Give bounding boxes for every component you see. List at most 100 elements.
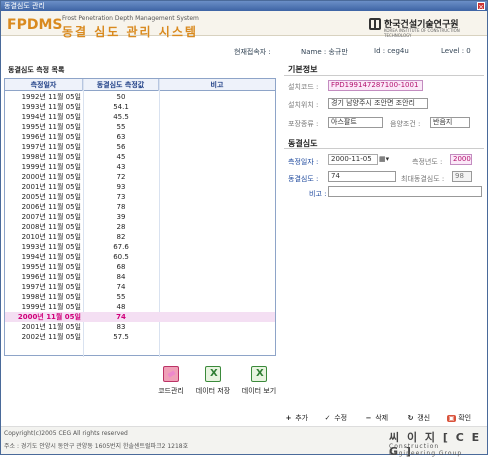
column-header-date[interactable]: 측정일자	[5, 79, 83, 91]
table-row[interactable]: 2000년 11월 05일 74	[5, 312, 275, 322]
table-row[interactable]: 1999년 11월 05일 43	[5, 162, 275, 172]
exit-icon: ▣	[447, 415, 456, 422]
table-row[interactable]: 1996년 11월 05일 63	[5, 132, 275, 142]
user-level: Level : 0	[441, 47, 471, 55]
row-date: 2008년 11월 05일	[21, 223, 81, 231]
table-row[interactable]: 1994년 11월 05일 45.5	[5, 112, 275, 122]
install-code-field[interactable]: FPD199147287100-1001	[328, 80, 423, 91]
table-row[interactable]: 2006년 11월 05일 78	[5, 202, 275, 212]
table-row[interactable]: 2005년 11월 05일 73	[5, 192, 275, 202]
row-date: 1997년 11월 05일	[21, 143, 81, 151]
row-depth: 82	[116, 233, 126, 241]
row-date: 1995년 11월 05일	[21, 123, 81, 131]
note-label: 비고 :	[309, 190, 327, 198]
close-icon[interactable]: ×	[477, 2, 485, 11]
row-date: 2001년 11월 05일	[21, 323, 81, 331]
save-data-button[interactable]: 데이터 저장	[190, 366, 236, 396]
code-manage-button[interactable]: 코드관리	[148, 366, 194, 396]
row-note	[159, 312, 273, 322]
row-depth: 78	[116, 203, 126, 211]
row-date: 2010년 11월 05일	[21, 233, 81, 241]
install-code-label: 설치코드 :	[288, 83, 319, 91]
row-depth: 67.6	[113, 243, 129, 251]
confirm-button[interactable]: ▣ 확인	[447, 413, 471, 423]
table-row[interactable]: 2002년 11월 05일 57.5	[5, 332, 275, 342]
add-button[interactable]: + 추가	[284, 413, 309, 423]
table-row[interactable]: 2010년 11월 05일 82	[5, 232, 275, 242]
row-note	[159, 292, 273, 302]
max-frost-depth-field[interactable]: 98	[452, 171, 472, 182]
table-row[interactable]: 1993년 11월 05일 67.6	[5, 242, 275, 252]
calendar-dropdown-icon[interactable]: ▦▾	[379, 155, 389, 164]
view-data-label: 데이터 보기	[241, 387, 277, 395]
pavement-type-field[interactable]: 아스팔트	[328, 117, 383, 128]
footer: Copyright(c)2005 CEG All rights reserved…	[1, 426, 487, 458]
row-note	[159, 272, 273, 282]
table-row[interactable]: 2008년 11월 05일 28	[5, 222, 275, 232]
row-depth: 56	[116, 143, 126, 151]
table-row[interactable]: 1994년 11월 05일 60.5	[5, 252, 275, 262]
banner: FPDMS Frost Penetration Depth Management…	[1, 11, 487, 39]
excel-icon	[205, 366, 221, 382]
row-date: 1996년 11월 05일	[21, 273, 81, 281]
measure-date-label: 측정일자 :	[288, 158, 319, 166]
measure-date-picker[interactable]: 2000-11-05	[328, 154, 378, 165]
install-location-field[interactable]: 경기 남양주시 조안면 조안리	[328, 98, 428, 109]
delete-button[interactable]: − 삭제	[364, 413, 389, 423]
row-date: 2000년 11월 05일	[21, 173, 81, 181]
pencil-icon	[163, 366, 179, 382]
org-logo-icon	[369, 18, 381, 30]
table-row[interactable]: 1993년 11월 05일 54.1	[5, 102, 275, 112]
table-row[interactable]: 2000년 11월 05일 72	[5, 172, 275, 182]
row-date: 1993년 11월 05일	[21, 103, 81, 111]
table-row[interactable]: 2001년 11월 05일 83	[5, 322, 275, 332]
row-depth: 72	[116, 173, 126, 181]
row-note	[159, 162, 273, 172]
column-header-note[interactable]: 비고	[159, 79, 275, 91]
table-row[interactable]: 1997년 11월 05일 74	[5, 282, 275, 292]
row-note	[159, 132, 273, 142]
org-subtitle: KOREA INSTITUTE OF CONSTRUCTION TECHNOLO…	[384, 28, 460, 38]
table-row[interactable]: 2007년 11월 05일 39	[5, 212, 275, 222]
pavement-type-label: 포장종류 :	[288, 120, 319, 128]
table-row[interactable]: 1995년 11월 05일 68	[5, 262, 275, 272]
divider	[284, 148, 484, 149]
note-field[interactable]	[328, 186, 482, 197]
max-frost-depth-label: 최대동결심도 :	[401, 175, 445, 183]
row-note	[159, 142, 273, 152]
table-row[interactable]: 1996년 11월 05일 84	[5, 272, 275, 282]
row-depth: 60.5	[113, 253, 129, 261]
user-id: Id : ceg4u	[374, 47, 409, 55]
row-date: 1999년 11월 05일	[21, 163, 81, 171]
table-row[interactable]: 1995년 11월 05일 55	[5, 122, 275, 132]
edit-button[interactable]: ✓ 수정	[323, 413, 348, 423]
app-subtitle: Frost Penetration Depth Management Syste…	[62, 15, 199, 22]
table-row[interactable]: 1999년 11월 05일 48	[5, 302, 275, 312]
action-bar: + 추가 ✓ 수정 − 삭제 ↻ 갱신 ▣ 확인	[1, 405, 487, 425]
frost-depth-field[interactable]: 74	[328, 171, 396, 182]
save-data-label: 데이터 저장	[195, 387, 231, 395]
refresh-button[interactable]: ↻ 갱신	[406, 413, 431, 423]
address-text: 주소 : 경기도 안양시 동안구 관양동 1605번지 한솔센트럴파크2 121…	[4, 443, 189, 450]
measure-year-field[interactable]: 2000	[450, 154, 472, 165]
row-depth: 74	[116, 313, 126, 321]
row-depth: 28	[116, 223, 126, 231]
table-row[interactable]: 1997년 11월 05일 56	[5, 142, 275, 152]
sun-condition-field[interactable]: 반음지	[430, 117, 470, 128]
row-note	[159, 232, 273, 242]
row-date: 2002년 11월 05일	[21, 333, 81, 341]
row-date: 1996년 11월 05일	[21, 133, 81, 141]
code-manage-label: 코드관리	[158, 387, 184, 395]
frost-depth-label: 동결심도 :	[288, 175, 319, 183]
table-row[interactable]: 1992년 11월 05일 50	[5, 92, 275, 102]
row-depth: 68	[116, 263, 126, 271]
table-row[interactable]: 1998년 11월 05일 45	[5, 152, 275, 162]
column-header-depth[interactable]: 동결심도 측정값	[83, 79, 159, 91]
row-depth: 54.1	[113, 103, 129, 111]
row-note	[159, 172, 273, 182]
table-row[interactable]: 1998년 11월 05일 55	[5, 292, 275, 302]
row-depth: 55	[116, 293, 126, 301]
view-data-button[interactable]: 데이터 보기	[236, 366, 282, 396]
row-note	[159, 92, 273, 102]
table-row[interactable]: 2001년 11월 05일 93	[5, 182, 275, 192]
